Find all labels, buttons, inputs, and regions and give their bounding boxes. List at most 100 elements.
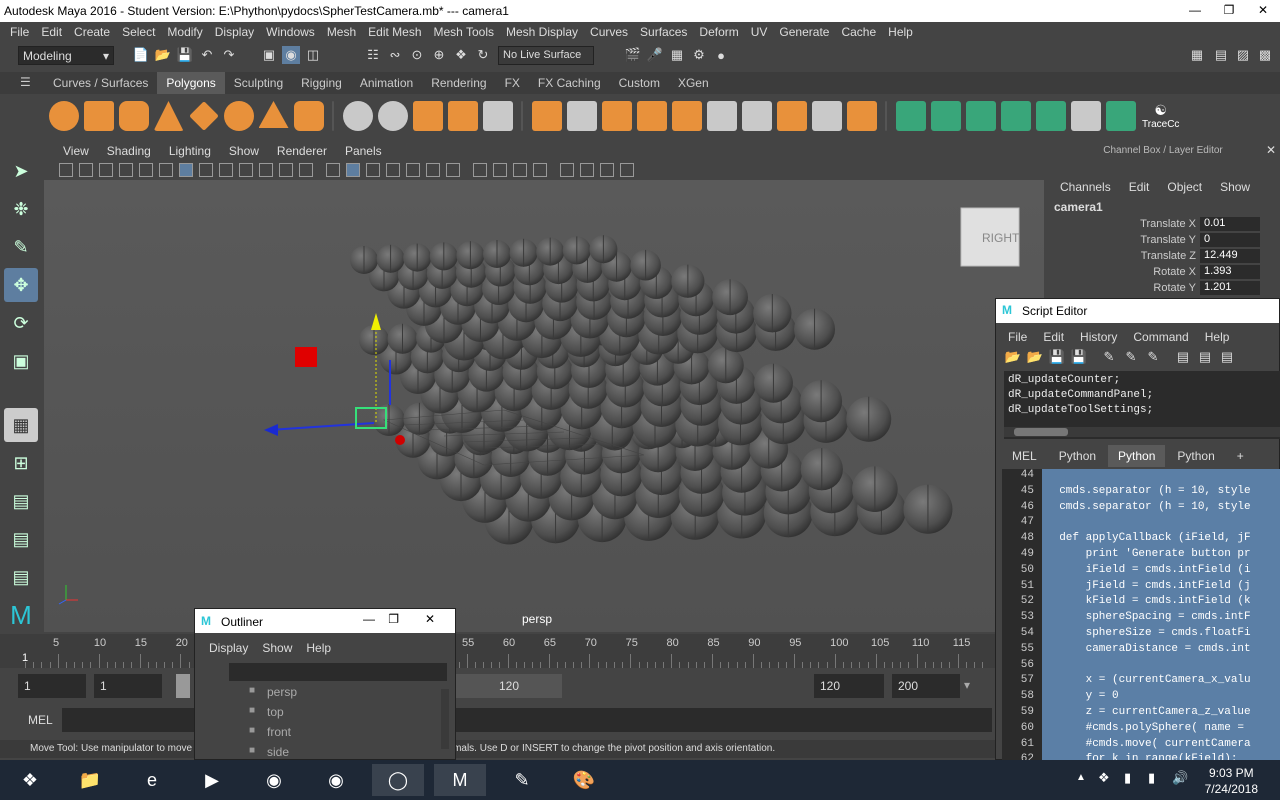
snap-view-icon[interactable]: ⊕	[430, 46, 448, 64]
perspective-viewport[interactable]: RIGHT persp	[44, 180, 1044, 632]
workspace-icon[interactable]: ▦	[1188, 46, 1206, 64]
shelf-tab-fx[interactable]: FX	[496, 72, 529, 94]
channel-box-object[interactable]: camera1	[1046, 200, 1280, 214]
snap-curve-icon[interactable]: ∾	[386, 46, 404, 64]
file-explorer-icon[interactable]: 📁	[64, 764, 116, 796]
poly-cube-icon[interactable]	[83, 101, 114, 131]
render-settings-icon[interactable]: ⚙	[690, 46, 708, 64]
wireframe-on-shaded-icon[interactable]	[366, 163, 380, 177]
snap-grid-icon[interactable]: ☷	[364, 46, 382, 64]
bookmarks-icon[interactable]	[99, 163, 113, 177]
poly-cylinder-icon[interactable]	[118, 101, 149, 131]
viewport-menu-lighting[interactable]: Lighting	[169, 144, 211, 158]
channel-row[interactable]: Translate Y 0	[1046, 232, 1280, 248]
show-history-icon[interactable]: ▤	[1174, 348, 1192, 366]
time-slider[interactable]: 5101520253035404550556065707580859095100…	[0, 634, 1000, 668]
spherical-map-icon[interactable]	[965, 101, 996, 131]
script-menu-history[interactable]: History	[1080, 330, 1117, 344]
save-script-icon[interactable]: 💾	[1048, 348, 1066, 366]
append-polygon-icon[interactable]	[776, 101, 807, 131]
outliner-menu-help[interactable]: Help	[306, 641, 331, 655]
start-time-field[interactable]: 1	[18, 674, 86, 698]
internet-explorer-icon[interactable]: e	[126, 764, 178, 796]
shelf-tab-custom[interactable]: Custom	[610, 72, 669, 94]
channel-value[interactable]: 0.01	[1200, 217, 1260, 231]
ambient-occlusion-icon[interactable]	[446, 163, 460, 177]
scale-tool-icon[interactable]: ▣	[4, 344, 38, 378]
menu-curves[interactable]: Curves	[590, 25, 628, 39]
xray-icon[interactable]	[560, 163, 574, 177]
target-weld-icon[interactable]	[671, 101, 702, 131]
select-camera-icon[interactable]	[59, 163, 73, 177]
smooth-icon[interactable]	[447, 101, 478, 131]
smooth-shade-icon[interactable]	[346, 163, 360, 177]
bevel-icon[interactable]	[601, 101, 632, 131]
outliner-item-front[interactable]: ■ front	[195, 725, 455, 745]
script-editor-titlebar[interactable]: M Script Editor	[996, 299, 1279, 323]
shelf-tab-curves-surfaces[interactable]: Curves / Surfaces	[44, 72, 157, 94]
outliner-close-button[interactable]: ✕	[425, 612, 435, 626]
channel-menu-object[interactable]: Object	[1167, 180, 1202, 194]
menu-edit-mesh[interactable]: Edit Mesh	[368, 25, 421, 39]
mel-label[interactable]: MEL	[28, 713, 53, 727]
select-hierarchy-icon[interactable]: ▣	[260, 46, 278, 64]
viewport-menu-panels[interactable]: Panels	[345, 144, 382, 158]
script-tab-mel[interactable]: MEL	[1002, 445, 1047, 467]
toggle-panel-2-icon[interactable]: ▨	[1234, 46, 1252, 64]
grease-pencil-icon[interactable]	[159, 163, 173, 177]
network-icon[interactable]: ▮	[1124, 770, 1131, 786]
outliner-menu-show[interactable]: Show	[262, 641, 292, 655]
range-slider-handle-start[interactable]	[176, 674, 190, 698]
multisample-icon[interactable]	[493, 163, 507, 177]
script-menu-command[interactable]: Command	[1133, 330, 1188, 344]
offset-edge-loop-icon[interactable]	[741, 101, 772, 131]
signal-icon[interactable]: ▮	[1148, 770, 1155, 786]
poly-pipe-icon[interactable]	[293, 101, 324, 131]
firefox-icon[interactable]: ◉	[248, 764, 300, 796]
media-player-icon[interactable]: ▶	[186, 764, 238, 796]
menu-deform[interactable]: Deform	[699, 25, 738, 39]
menu-mesh-tools[interactable]: Mesh Tools	[434, 25, 494, 39]
use-all-lights-icon[interactable]	[406, 163, 420, 177]
live-surface-field[interactable]: No Live Surface	[498, 45, 594, 65]
uv-snapshot-icon[interactable]	[1070, 101, 1101, 131]
shelf-tab-polygons[interactable]: Polygons	[157, 72, 225, 94]
script-tab-python[interactable]: Python	[1049, 445, 1106, 467]
end-time-field[interactable]: 200	[892, 674, 960, 698]
viewport-menu-show[interactable]: Show	[229, 144, 259, 158]
playback-start-field[interactable]: 1	[94, 674, 162, 698]
safe-action-icon[interactable]	[279, 163, 293, 177]
start-button[interactable]: ❖	[4, 764, 56, 796]
field-chart-icon[interactable]	[259, 163, 273, 177]
channel-value[interactable]: 12.449	[1200, 249, 1260, 263]
source-script-icon[interactable]: 📂	[1026, 348, 1044, 366]
mirror-icon[interactable]	[412, 101, 443, 131]
select-component-icon[interactable]: ◫	[304, 46, 322, 64]
gate-mask-icon[interactable]	[239, 163, 253, 177]
separate-icon[interactable]	[377, 101, 408, 131]
range-dropdown-icon[interactable]: ▾	[964, 678, 970, 692]
lasso-tool-icon[interactable]: ❉	[4, 192, 38, 226]
outliner-scrollbar[interactable]	[441, 689, 449, 749]
chrome-icon[interactable]: ◯	[372, 764, 424, 796]
resolution-gate-icon[interactable]	[219, 163, 233, 177]
shelf-menu-icon[interactable]: ☰	[20, 75, 31, 89]
poly-pyramid-icon[interactable]	[258, 101, 289, 128]
planar-map-icon[interactable]	[895, 101, 926, 131]
outliner-minimize-button[interactable]: —	[363, 612, 375, 626]
dropbox-icon[interactable]: ❖	[1098, 770, 1110, 786]
extrude-icon[interactable]	[531, 101, 562, 131]
channel-value[interactable]: 0	[1200, 233, 1260, 247]
textured-icon[interactable]	[386, 163, 400, 177]
2d-pan-zoom-icon[interactable]	[139, 163, 153, 177]
menu-edit[interactable]: Edit	[41, 25, 62, 39]
shelf-tab-xgen[interactable]: XGen	[669, 72, 718, 94]
channel-value[interactable]: 1.201	[1200, 281, 1260, 295]
cut-uv-icon[interactable]	[1105, 101, 1136, 131]
wireframe-icon[interactable]	[326, 163, 340, 177]
merge-icon[interactable]	[846, 101, 877, 131]
channel-row[interactable]: Translate Z 12.449	[1046, 248, 1280, 264]
output-scrollbar[interactable]	[1004, 427, 1280, 437]
menu-uv[interactable]: UV	[751, 25, 768, 39]
uv-editor-icon[interactable]	[1035, 101, 1066, 131]
